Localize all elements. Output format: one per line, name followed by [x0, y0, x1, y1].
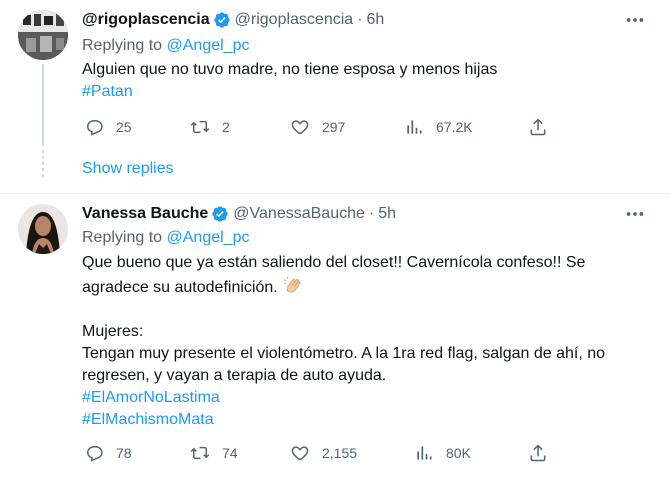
timestamp[interactable]: 5h [378, 205, 396, 223]
reply-icon [86, 446, 103, 462]
views-chart-icon [407, 120, 422, 134]
heart-icon [291, 120, 309, 135]
clapping-hands-emoji-icon [283, 276, 301, 293]
tweet-header: Vanessa Bauche @VanessaBauche · 5h [82, 202, 396, 226]
reply-count: 25 [116, 119, 132, 135]
more-options-icon[interactable] [624, 9, 646, 31]
tweet-actions: 78 74 2,155 80K [82, 442, 552, 464]
retweet-button[interactable]: 74 [190, 443, 238, 463]
handle[interactable]: @rigoplascencia [235, 11, 354, 29]
hashtag-link[interactable]: #Patan [82, 81, 642, 103]
reply-button[interactable]: 78 [84, 443, 132, 463]
tweet-text-line: Mujeres: [82, 323, 144, 340]
tweet-body: Alguien que no tuvo madre, no tiene espo… [82, 59, 642, 103]
views-button[interactable]: 80K [414, 443, 471, 463]
tweet-text-line-with-emoji: agradece su autodefinición. [82, 274, 642, 299]
views-chart-icon [417, 446, 432, 460]
verified-badge-icon [213, 12, 230, 28]
thread-line [42, 64, 44, 146]
heart-icon [291, 446, 309, 461]
view-count: 67.2K [436, 119, 473, 135]
avatar[interactable] [18, 10, 68, 60]
tweet-divider [0, 193, 670, 194]
tweet-actions: 25 2 297 67.2K [82, 116, 552, 138]
more-options-icon[interactable] [624, 203, 646, 225]
share-button[interactable] [528, 117, 548, 137]
retweet-count: 2 [222, 119, 230, 135]
view-count: 80K [446, 445, 471, 461]
share-icon [530, 444, 546, 462]
retweet-count: 74 [222, 445, 238, 461]
verified-badge-icon [212, 206, 228, 222]
retweet-icon [190, 120, 210, 134]
tweet-text-line: Que bueno que ya están saliendo del clos… [82, 254, 586, 271]
avatar[interactable] [18, 204, 68, 254]
tweet-text-line: agradece su autodefinición. [82, 279, 278, 296]
show-replies-link[interactable]: Show replies [82, 160, 174, 178]
timestamp[interactable]: 6h [367, 11, 385, 29]
reply-button[interactable]: 25 [84, 117, 132, 137]
tweet-text: Alguien que no tuvo madre, no tiene espo… [82, 61, 498, 78]
separator-dot: · [357, 11, 363, 28]
tweet-text-line: regresen, y vayan a terapia de auto ayud… [82, 367, 387, 384]
replying-to: Replying to @Angel_pc [82, 229, 249, 247]
reply-count: 78 [116, 445, 132, 461]
separator-dot: · [368, 205, 375, 222]
replying-to-label: Replying to [82, 229, 163, 246]
views-button[interactable]: 67.2K [404, 117, 473, 137]
replying-to-link[interactable]: @Angel_pc [167, 229, 250, 246]
share-button[interactable] [528, 443, 548, 463]
like-count: 2,155 [322, 445, 358, 461]
tweet-body: Que bueno que ya están saliendo del clos… [82, 252, 642, 431]
retweet-button[interactable]: 2 [190, 117, 230, 137]
like-button[interactable]: 2,155 [290, 443, 357, 463]
display-name[interactable]: Vanessa Bauche [82, 205, 208, 223]
reply-icon [86, 120, 103, 136]
replying-to-link[interactable]: @Angel_pc [167, 37, 250, 54]
like-count: 297 [322, 119, 346, 135]
thread-dotted-line [42, 150, 44, 180]
share-icon [530, 118, 546, 136]
like-button[interactable]: 297 [290, 117, 345, 137]
retweet-icon [190, 446, 210, 460]
replying-to-label: Replying to [82, 37, 163, 54]
tweet-header: @rigoplascencia @rigoplascencia · 6h [82, 8, 384, 32]
handle[interactable]: @VanessaBauche [233, 205, 365, 223]
tweet-text-line: Tengan muy presente el violentómetro. A … [82, 345, 605, 362]
hashtag-link[interactable]: #ElMachismoMata [82, 409, 642, 431]
replying-to: Replying to @Angel_pc [82, 37, 249, 55]
hashtag-link[interactable]: #ElAmorNoLastima [82, 387, 642, 409]
display-name[interactable]: @rigoplascencia [82, 11, 210, 29]
